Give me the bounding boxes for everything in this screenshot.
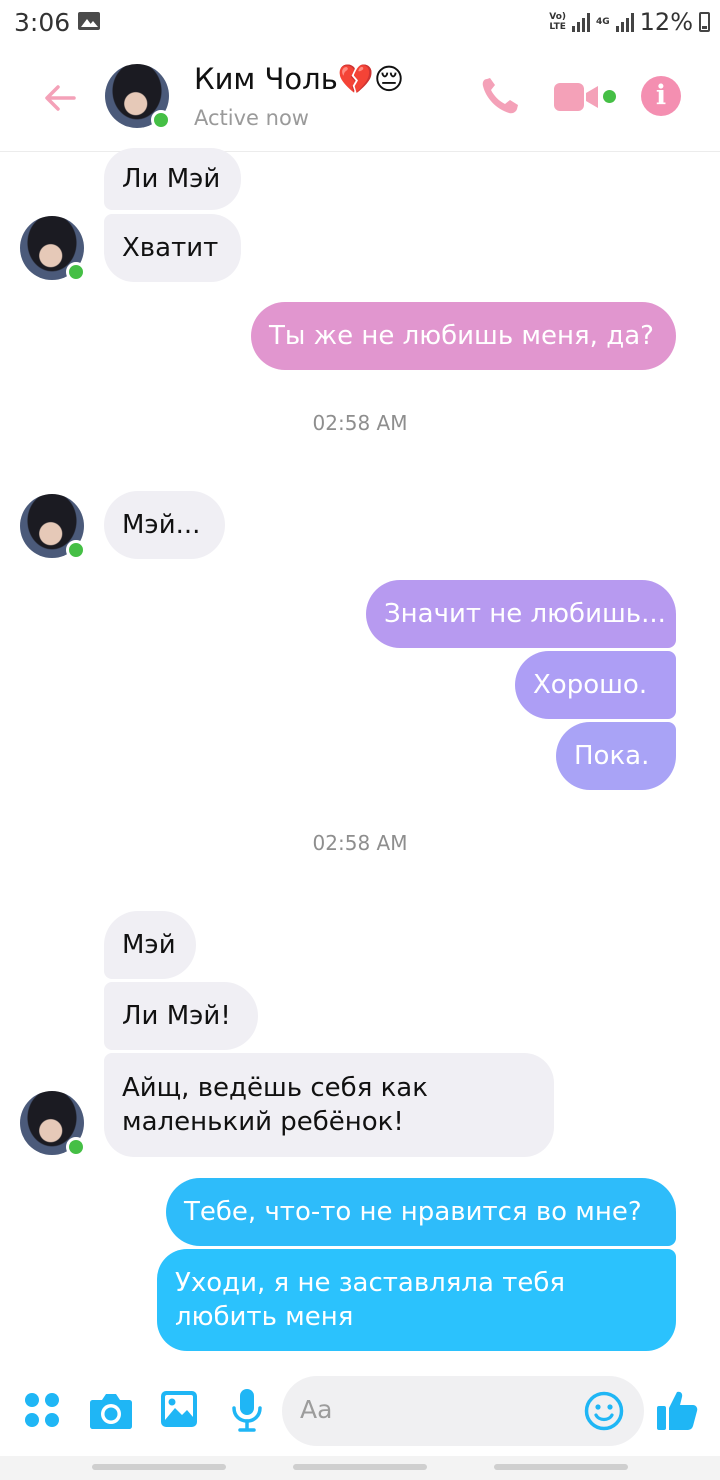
message-bubble-outgoing[interactable]: Ты же не любишь меня, да?: [251, 302, 676, 370]
message-bubble-incoming[interactable]: Айщ, ведёшь себя как маленький ребёнок!: [104, 1053, 554, 1157]
status-time: 3:06: [14, 8, 71, 37]
message-bubble-outgoing[interactable]: Значит не любишь...: [366, 580, 676, 648]
info-icon[interactable]: i: [641, 76, 681, 116]
menu-dots-icon[interactable]: [24, 1392, 60, 1428]
emoji-icon[interactable]: [584, 1391, 624, 1431]
online-indicator: [66, 1137, 86, 1157]
camera-icon[interactable]: [89, 1392, 133, 1430]
message-input-placeholder: Aa: [300, 1395, 333, 1424]
video-icon[interactable]: [554, 80, 602, 114]
sender-avatar[interactable]: [20, 216, 86, 282]
notification-gallery-icon: [78, 12, 100, 30]
network-type: 4G: [596, 17, 610, 27]
message-input[interactable]: Aa: [282, 1376, 644, 1446]
message-bubble-incoming[interactable]: Мэй...: [104, 491, 225, 559]
message-bubble-outgoing[interactable]: Хорошо.: [515, 651, 676, 719]
status-indicators: Vo) LTE 4G 12%: [549, 6, 710, 38]
message-bubble-incoming[interactable]: Ли Мэй!: [104, 982, 258, 1050]
like-icon[interactable]: [655, 1388, 699, 1432]
message-composer: Aa: [0, 1366, 720, 1456]
signal-icon-2: [615, 12, 634, 32]
sender-avatar[interactable]: [20, 494, 86, 560]
nav-recents-button[interactable]: [92, 1464, 226, 1470]
message-bubble-incoming[interactable]: Ли Мэй: [104, 148, 241, 210]
battery-percentage: 12%: [639, 8, 693, 36]
system-navigation-bar: [0, 1456, 720, 1480]
phone-icon[interactable]: [478, 74, 522, 118]
message-timestamp: 02:58 AM: [312, 411, 408, 435]
message-bubble-outgoing[interactable]: Уходи, я не заставляла тебя любить меня: [157, 1249, 676, 1351]
message-bubble-incoming[interactable]: Хватит: [104, 214, 241, 282]
battery-icon: [699, 12, 710, 32]
online-indicator: [66, 262, 86, 282]
microphone-icon[interactable]: [231, 1388, 263, 1432]
gallery-icon[interactable]: [160, 1390, 198, 1428]
message-bubble-outgoing[interactable]: Пока.: [556, 722, 676, 790]
conversation-header: Ким Чоль💔😔 Active now i: [0, 44, 720, 152]
video-active-dot: [603, 90, 616, 103]
back-arrow-icon[interactable]: [40, 78, 80, 118]
contact-name[interactable]: Ким Чоль💔😔: [194, 62, 404, 97]
nav-home-button[interactable]: [293, 1464, 427, 1470]
contact-avatar[interactable]: [105, 64, 171, 130]
signal-icon: [572, 12, 590, 32]
online-indicator: [66, 540, 86, 560]
message-bubble-incoming[interactable]: Мэй: [104, 911, 196, 979]
nav-back-button[interactable]: [494, 1464, 628, 1470]
sender-avatar[interactable]: [20, 1091, 86, 1157]
volte-indicator: Vo) LTE: [549, 12, 566, 32]
message-timestamp: 02:58 AM: [312, 831, 408, 855]
status-bar: 3:06 Vo) LTE 4G 12%: [0, 0, 720, 44]
message-bubble-outgoing[interactable]: Тебе, что-то не нравится во мне?: [166, 1178, 676, 1246]
online-indicator: [151, 110, 171, 130]
contact-status: Active now: [194, 106, 309, 130]
